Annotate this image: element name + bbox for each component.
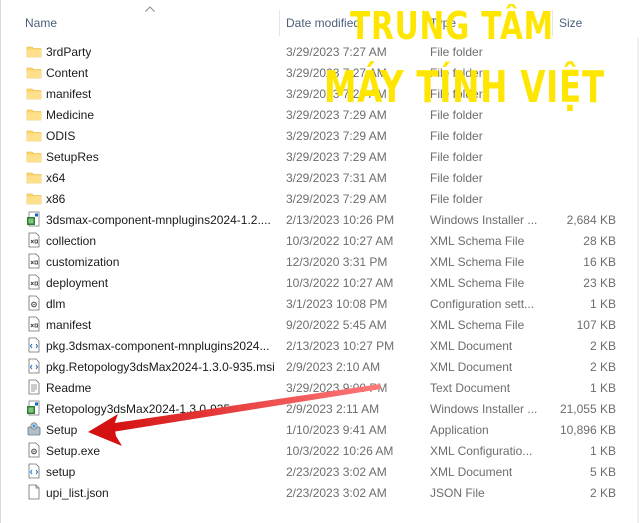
- red-arrow-annotation: [88, 384, 381, 446]
- arrow-shaft: [108, 384, 381, 432]
